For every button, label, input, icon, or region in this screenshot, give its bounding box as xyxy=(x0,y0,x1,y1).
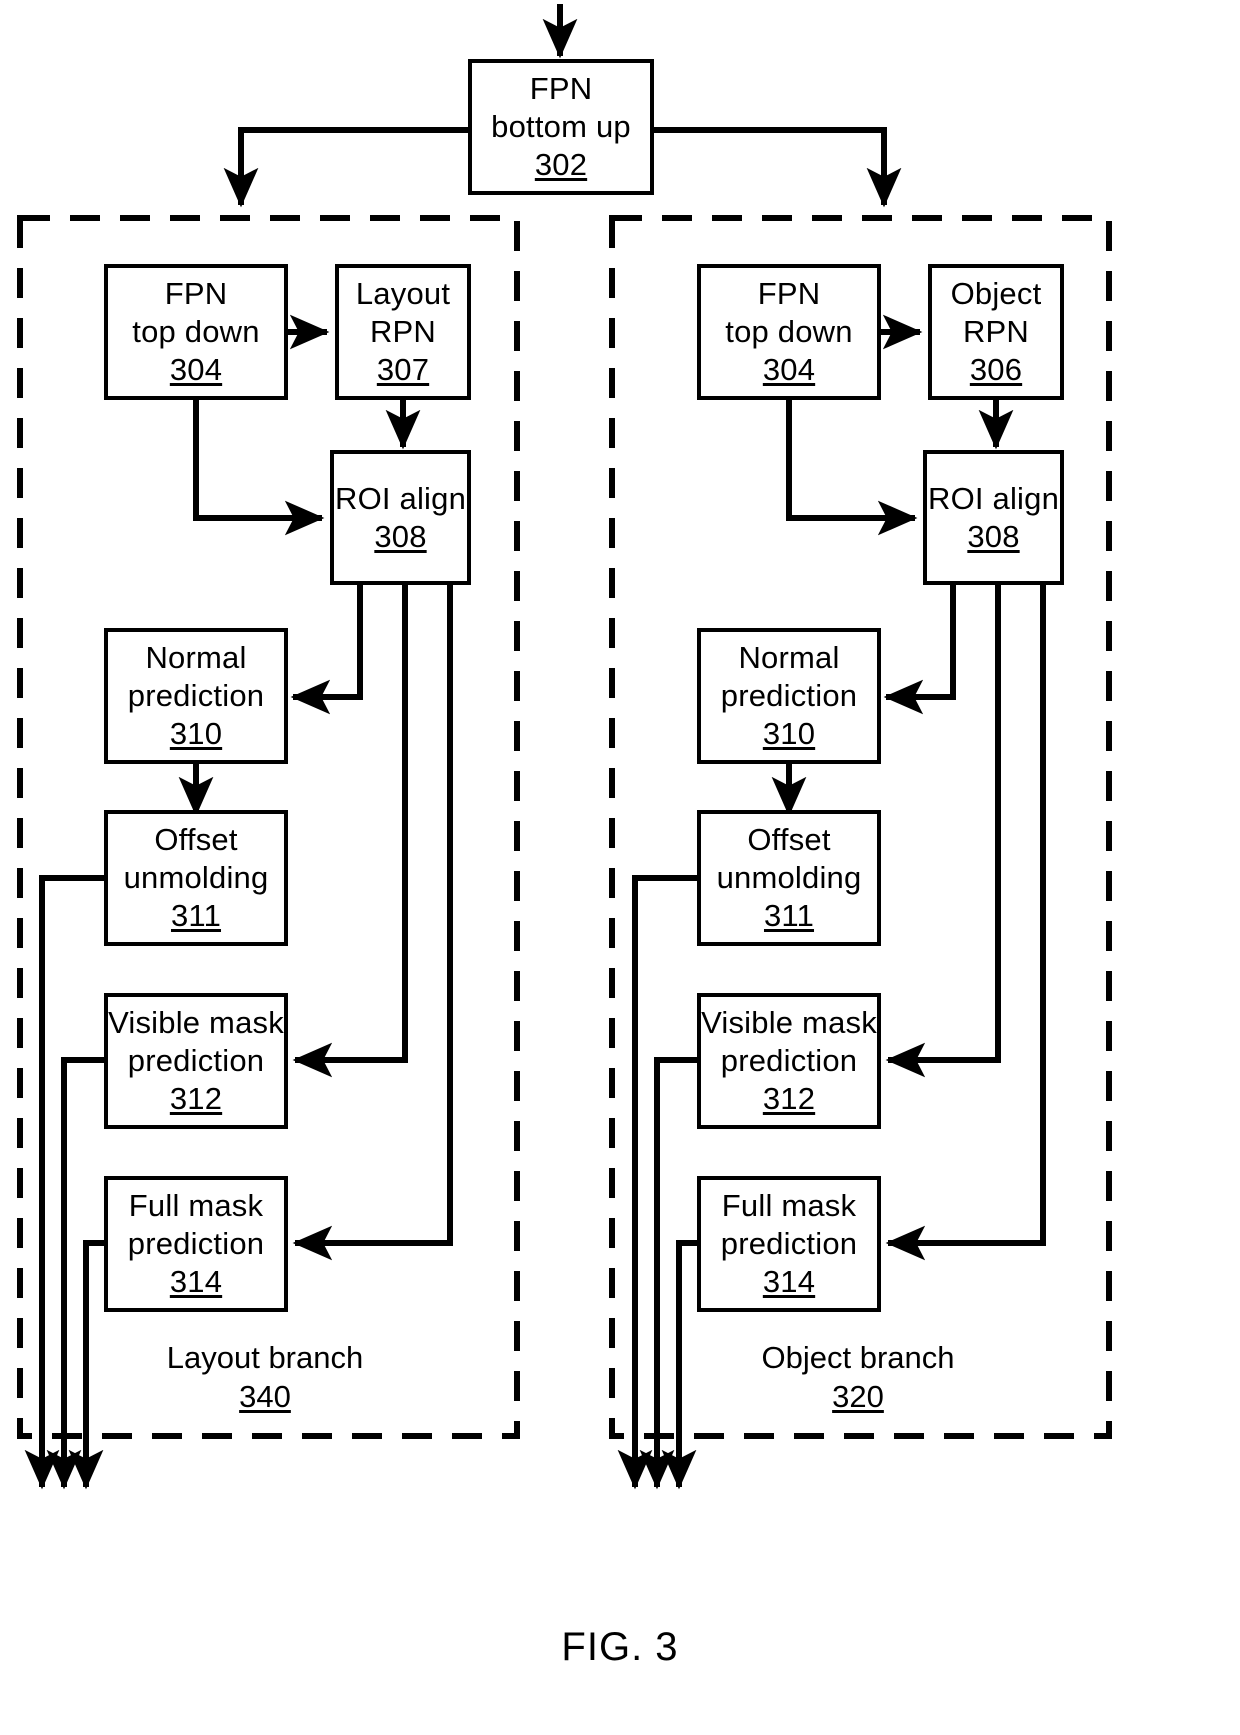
node-left-normal-prediction-line2: prediction xyxy=(127,678,265,714)
node-left-fpn-top-down-line2: top down xyxy=(132,314,260,350)
node-right-fpn-top-down-line2: top down xyxy=(725,314,853,350)
node-left-roi-align[interactable]: ROI align 308 xyxy=(330,450,471,585)
output-left-314 xyxy=(68,1240,104,1490)
node-right-visible-mask-line2: prediction xyxy=(720,1043,858,1079)
node-left-full-mask-prediction[interactable]: Full mask prediction 314 xyxy=(104,1176,288,1312)
node-right-full-mask-ref: 314 xyxy=(762,1263,816,1299)
node-left-visible-mask-prediction[interactable]: Visible mask prediction 312 xyxy=(104,993,288,1129)
node-right-visible-mask-prediction[interactable]: Visible mask prediction 312 xyxy=(697,993,881,1129)
node-left-roi-align-ref: 308 xyxy=(374,518,427,554)
node-object-rpn-line2: RPN xyxy=(962,314,1030,350)
node-right-roi-align-ref: 308 xyxy=(967,518,1020,554)
edge-right-304-to-308 xyxy=(786,400,918,536)
node-left-offset-unmolding-ref: 311 xyxy=(170,897,222,933)
node-fpn-bottom-up[interactable]: FPN bottom up 302 xyxy=(468,59,654,195)
node-object-rpn[interactable]: Object RPN 306 xyxy=(928,264,1064,400)
node-left-fpn-top-down[interactable]: FPN top down 304 xyxy=(104,264,288,400)
node-right-fpn-top-down-line1: FPN xyxy=(757,276,821,312)
node-left-normal-prediction-line1: Normal xyxy=(145,640,247,676)
node-right-normal-prediction-line1: Normal xyxy=(738,640,840,676)
node-left-offset-unmolding[interactable]: Offset unmolding 311 xyxy=(104,810,288,946)
node-left-full-mask-ref: 314 xyxy=(169,1263,223,1299)
node-left-full-mask-line2: prediction xyxy=(127,1226,265,1262)
output-right-311 xyxy=(617,875,697,1490)
node-left-fpn-top-down-line1: FPN xyxy=(164,276,228,312)
node-right-visible-mask-ref: 312 xyxy=(762,1080,816,1116)
output-left-311 xyxy=(24,875,104,1490)
figure-3-flowchart: FPN bottom up 302 FPN top down 304 Layou… xyxy=(0,0,1240,1735)
node-object-rpn-ref: 306 xyxy=(969,351,1023,387)
node-left-offset-unmolding-line1: Offset xyxy=(154,822,238,858)
node-left-normal-prediction-ref: 310 xyxy=(169,715,223,751)
edge-right-308-to-310 xyxy=(883,585,956,715)
node-right-roi-align[interactable]: ROI align 308 xyxy=(923,450,1064,585)
node-right-full-mask-line2: prediction xyxy=(720,1226,858,1262)
node-right-roi-align-line1: ROI align xyxy=(927,480,1060,516)
layout-branch-label: Layout branch xyxy=(166,1340,364,1375)
node-right-fpn-top-down-ref: 304 xyxy=(762,351,816,387)
node-right-full-mask-prediction[interactable]: Full mask prediction 314 xyxy=(697,1176,881,1312)
edge-302-to-left-branch xyxy=(223,127,468,208)
node-fpn-bottom-up-line2: bottom up xyxy=(491,109,631,145)
node-object-rpn-line1: Object xyxy=(950,276,1042,312)
node-layout-rpn-ref: 307 xyxy=(376,351,430,387)
edge-right-308-to-314 xyxy=(885,585,1046,1261)
object-branch-caption: Object branch 320 xyxy=(713,1339,1003,1417)
node-right-normal-prediction[interactable]: Normal prediction 310 xyxy=(697,628,881,764)
edge-302-to-right-branch xyxy=(654,127,902,208)
node-left-visible-mask-ref: 312 xyxy=(169,1080,223,1116)
node-right-offset-unmolding[interactable]: Offset unmolding 311 xyxy=(697,810,881,946)
output-right-314 xyxy=(661,1240,697,1490)
layout-branch-caption: Layout branch 340 xyxy=(120,1339,410,1417)
figure-caption: FIG. 3 xyxy=(561,1625,679,1669)
node-right-offset-unmolding-ref: 311 xyxy=(763,897,815,933)
node-left-roi-align-line1: ROI align xyxy=(334,480,467,516)
edge-right-308-to-312 xyxy=(885,585,1001,1078)
node-left-fpn-top-down-ref: 304 xyxy=(169,351,223,387)
edge-left-308-to-310 xyxy=(290,585,363,715)
node-left-visible-mask-line2: prediction xyxy=(127,1043,265,1079)
node-right-offset-unmolding-line2: unmolding xyxy=(716,860,862,896)
edge-left-308-to-312 xyxy=(292,585,408,1078)
node-fpn-bottom-up-line1: FPN xyxy=(529,71,593,107)
node-fpn-bottom-up-ref: 302 xyxy=(534,146,588,182)
object-branch-ref: 320 xyxy=(832,1378,884,1414)
node-right-normal-prediction-line2: prediction xyxy=(720,678,858,714)
node-layout-rpn[interactable]: Layout RPN 307 xyxy=(335,264,471,400)
node-left-visible-mask-line1: Visible mask xyxy=(108,1005,284,1041)
node-right-full-mask-line1: Full mask xyxy=(721,1188,857,1224)
node-right-visible-mask-line1: Visible mask xyxy=(701,1005,877,1041)
node-left-offset-unmolding-line2: unmolding xyxy=(123,860,269,896)
node-right-fpn-top-down[interactable]: FPN top down 304 xyxy=(697,264,881,400)
object-branch-label: Object branch xyxy=(761,1340,955,1375)
node-right-normal-prediction-ref: 310 xyxy=(762,715,816,751)
node-left-full-mask-line1: Full mask xyxy=(128,1188,264,1224)
node-left-normal-prediction[interactable]: Normal prediction 310 xyxy=(104,628,288,764)
node-layout-rpn-line1: Layout xyxy=(355,276,451,312)
node-right-offset-unmolding-line1: Offset xyxy=(747,822,831,858)
edge-left-308-to-314 xyxy=(292,585,453,1261)
edge-left-304-to-308 xyxy=(193,400,325,536)
layout-branch-ref: 340 xyxy=(239,1378,291,1414)
node-layout-rpn-line2: RPN xyxy=(369,314,437,350)
